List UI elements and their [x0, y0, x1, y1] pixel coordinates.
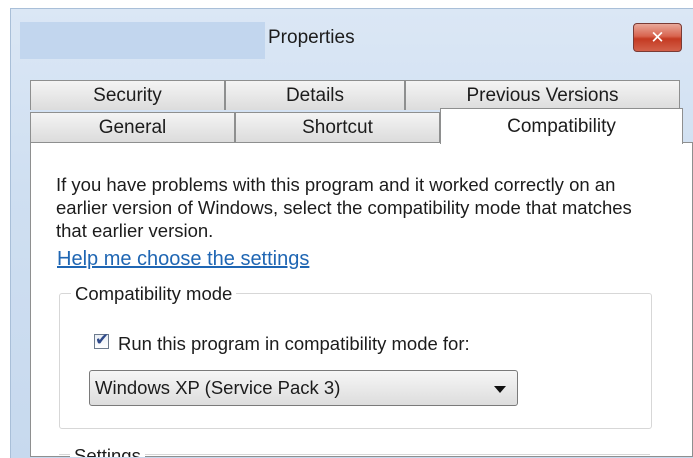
close-button[interactable]: ✕ [633, 23, 682, 52]
compatibility-checkbox-label[interactable]: Run this program in compatibility mode f… [118, 333, 470, 355]
chevron-down-icon [494, 386, 506, 393]
checkmark-icon: ✔ [95, 330, 110, 349]
tab-label: Shortcut [302, 116, 373, 138]
tab-general[interactable]: General [30, 112, 235, 142]
select-value: Windows XP (Service Pack 3) [95, 377, 341, 398]
close-icon: ✕ [650, 27, 665, 47]
tab-label: Compatibility [507, 115, 616, 137]
compatibility-mode-group [59, 293, 652, 429]
compatibility-description: If you have problems with this program a… [56, 174, 632, 241]
tab-label: General [98, 116, 167, 138]
compatibility-mode-select[interactable]: Windows XP (Service Pack 3) [89, 370, 518, 406]
settings-group: Settings [59, 444, 650, 457]
title-highlight [20, 22, 265, 59]
tab-details[interactable]: Details [225, 80, 405, 110]
tab-security[interactable]: Security [30, 80, 225, 110]
tab-label: Security [93, 84, 162, 106]
settings-label: Settings [70, 444, 145, 457]
compatibility-mode-label: Compatibility mode [71, 283, 237, 305]
tab-label: Details [285, 84, 345, 106]
tab-label: Previous Versions [466, 84, 619, 106]
tab-shortcut[interactable]: Shortcut [235, 112, 440, 142]
settings-group-border [59, 454, 650, 455]
tab-compatibility[interactable]: Compatibility [440, 108, 683, 144]
help-link[interactable]: Help me choose the settings [57, 248, 309, 271]
compatibility-checkbox[interactable]: ✔ [94, 330, 109, 349]
window-title: Properties [268, 27, 355, 48]
tab-previous-versions[interactable]: Previous Versions [405, 80, 680, 110]
